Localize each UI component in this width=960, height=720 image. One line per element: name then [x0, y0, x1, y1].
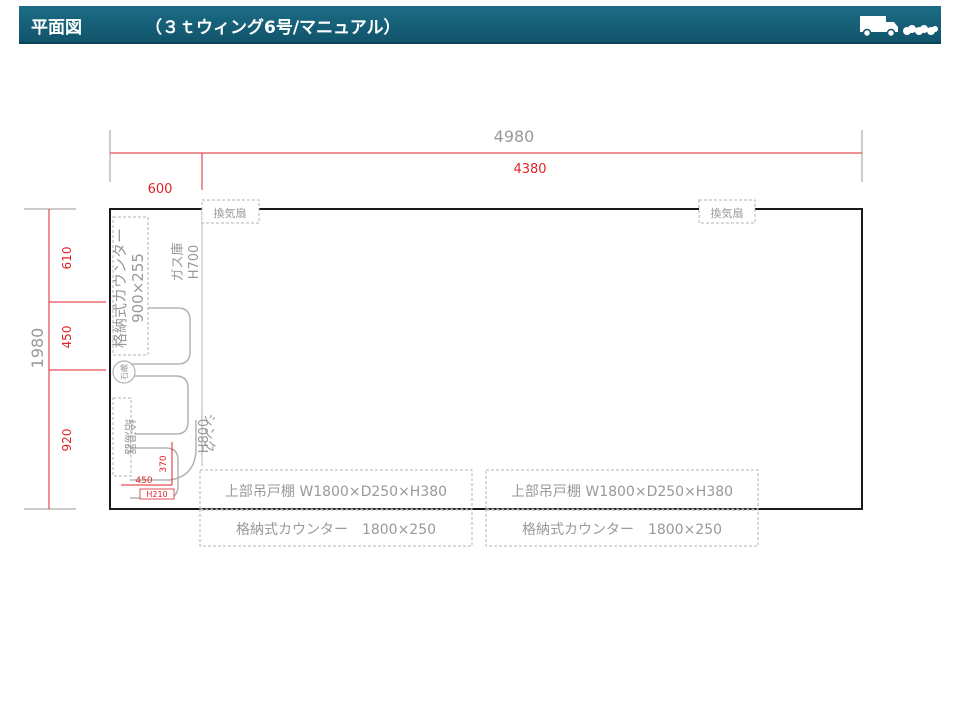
svg-text:格納式カウンター 1800×250: 格納式カウンター 1800×250	[522, 522, 722, 538]
upper-shelf-1: 上部吊戸棚 W1800×D250×H380	[199, 469, 473, 511]
bottom-counter-1: 格納式カウンター 1800×250	[199, 508, 473, 547]
cabinet-width-label: 450	[135, 476, 152, 486]
svg-text:換気扇: 換気扇	[214, 206, 247, 220]
inner-length-label: 4380	[513, 162, 546, 177]
sink-bowls: シンク H800	[130, 307, 216, 499]
dimension-total-width: 1980 610 450 920	[24, 208, 106, 510]
upper-shelf-2: 上部吊戸棚 W1800×D250×H380	[485, 469, 759, 511]
water-heater: 給湯器	[112, 397, 137, 477]
svg-text:格納式カウンター 1800×250: 格納式カウンター 1800×250	[236, 522, 436, 538]
svg-text:H700: H700	[187, 245, 202, 280]
svg-text:ガス庫: ガス庫	[171, 242, 186, 281]
front-offset-label: 600	[148, 182, 173, 197]
truck-bed-outline	[109, 208, 863, 510]
svg-text:900×255: 900×255	[129, 253, 147, 323]
seg3-label: 920	[60, 429, 74, 452]
vent-left: 換気扇	[201, 199, 260, 224]
seg1-label: 610	[60, 247, 74, 270]
svg-text:格納式カウンター: 格納式カウンター	[111, 228, 129, 348]
total-length-label: 4980	[494, 127, 535, 146]
svg-text:石鹸: 石鹸	[119, 364, 129, 380]
floor-plan: 4980 4380 600 1980 610 450 920 換気扇 換気扇 ガ…	[24, 127, 863, 547]
cabinet-height-label: 370	[159, 455, 169, 472]
dimension-total-length: 4980 4380 600	[109, 127, 863, 197]
seg2-label: 450	[60, 326, 74, 349]
svg-text:上部吊戸棚 W1800×D250×H380: 上部吊戸棚 W1800×D250×H380	[511, 484, 733, 500]
side-counter: 格納式カウンター 900×255	[111, 216, 149, 356]
bottom-counter-2: 格納式カウンター 1800×250	[485, 508, 759, 547]
vent-right: 換気扇	[698, 199, 756, 224]
svg-text:上部吊戸棚 W1800×D250×H380: 上部吊戸棚 W1800×D250×H380	[225, 484, 447, 500]
sink-height-label: H800	[197, 419, 212, 454]
svg-text:換気扇: 換気扇	[711, 206, 744, 220]
svg-text:給湯器: 給湯器	[123, 419, 137, 455]
total-width-label: 1980	[28, 328, 47, 369]
gas-storage: ガス庫 H700	[171, 242, 202, 281]
soap-dispenser: 石鹸	[112, 360, 136, 384]
cabinet-depth-label: H210	[146, 490, 167, 499]
